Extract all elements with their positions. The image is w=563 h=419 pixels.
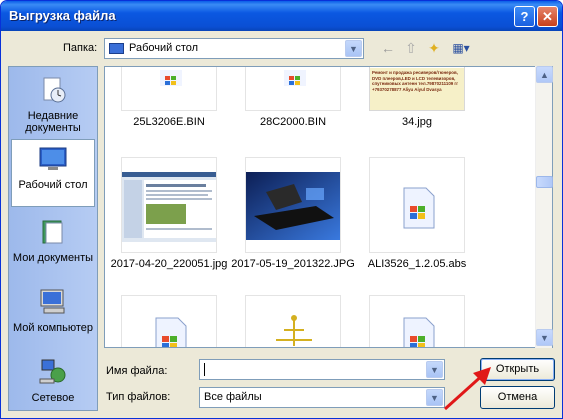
- file-list[interactable]: 25L3206E.BIN 28C2000.BIN Ремонт и продаж…: [104, 66, 553, 348]
- scroll-thumb[interactable]: [536, 176, 553, 188]
- windows-file-icon: [369, 157, 465, 253]
- thumb-caption: спутниковых антенн тел.79870211109 гг: [372, 81, 459, 87]
- close-button[interactable]: ✕: [537, 6, 558, 27]
- file-item[interactable]: 25L3206E.BIN: [105, 67, 233, 128]
- place-label: Сетевое: [31, 392, 75, 404]
- place-desktop[interactable]: Рабочий стол: [11, 139, 95, 207]
- thumb-caption: +79370278877 Aliyu Aiyul Dvasya: [372, 86, 442, 92]
- up-folder-icon[interactable]: ⇧: [402, 39, 420, 57]
- my-computer-icon: [40, 289, 65, 314]
- window-title: Выгрузка файла: [9, 8, 116, 23]
- file-name: ALI3526_1.2.05.abs: [367, 258, 467, 270]
- windows-file-icon: [121, 295, 217, 347]
- place-network[interactable]: Сетевое: [11, 353, 95, 409]
- vertical-scrollbar[interactable]: ▲ ▼: [535, 66, 553, 348]
- file-name: 2017-05-19_201322.JPG: [231, 258, 355, 270]
- file-name: 34.jpg: [402, 116, 432, 128]
- desktop-icon: [39, 147, 67, 170]
- file-item[interactable]: 28C2000.BIN: [229, 67, 357, 128]
- thumb-caption: Ремонт и продажа ресиверов/тюнеров,: [372, 70, 458, 75]
- recent-documents-icon: [43, 77, 66, 103]
- filetype-select[interactable]: Все файлы ▼: [199, 387, 445, 408]
- file-item[interactable]: ALI3526_1.2.05.abs: [353, 157, 481, 270]
- scroll-up-icon[interactable]: ▲: [536, 66, 553, 83]
- place-label: Мой компьютер: [12, 322, 94, 334]
- help-button[interactable]: ?: [514, 6, 535, 27]
- scroll-down-icon[interactable]: ▼: [536, 329, 553, 346]
- folder-label: Папка:: [63, 42, 98, 54]
- photo-thumbnail: [245, 157, 341, 253]
- folder-value: Рабочий стол: [129, 42, 199, 54]
- filename-input[interactable]: ▼: [199, 359, 445, 380]
- file-upload-dialog: Выгрузка файла ? ✕ Папка: Рабочий стол ▼…: [0, 0, 563, 419]
- desktop-icon: [109, 43, 124, 54]
- file-item[interactable]: 2017-05-19_201322.JPG: [229, 157, 357, 270]
- filetype-label: Тип файлов:: [106, 391, 171, 403]
- place-label: Мои документы: [12, 252, 94, 264]
- place-recent[interactable]: Недавние документы: [11, 71, 95, 137]
- views-menu-icon[interactable]: ▦▾: [449, 39, 473, 57]
- title-bar[interactable]: Выгрузка файла ? ✕: [1, 1, 562, 31]
- file-name: 28C2000.BIN: [259, 116, 327, 128]
- new-folder-icon[interactable]: ✦: [425, 39, 443, 57]
- place-label: Рабочий стол: [18, 179, 88, 191]
- red-arrow-icon: [443, 367, 491, 411]
- file-item[interactable]: [105, 295, 233, 347]
- back-icon[interactable]: ←: [379, 39, 397, 57]
- filename-label: Имя файла:: [106, 365, 168, 377]
- my-documents-icon: [42, 220, 63, 244]
- file-item[interactable]: 2017-04-20_220051.jpg: [105, 157, 233, 270]
- windows-file-icon: [369, 295, 465, 347]
- windows-file-icon: [245, 67, 341, 111]
- screenshot-thumbnail: [121, 157, 217, 253]
- file-name: 2017-04-20_220051.jpg: [110, 258, 228, 270]
- place-label: Недавние документы: [25, 110, 81, 134]
- place-my-computer[interactable]: Мой компьютер: [11, 283, 95, 351]
- file-item[interactable]: [229, 295, 357, 347]
- file-item[interactable]: [353, 295, 481, 347]
- place-my-documents[interactable]: Мои документы: [11, 213, 95, 269]
- filetype-value: Все файлы: [204, 391, 262, 403]
- text-cursor: [204, 363, 205, 376]
- image-thumbnail: Ремонт и продажа ресиверов/тюнеров, DVD …: [369, 67, 465, 111]
- chevron-down-icon[interactable]: ▼: [345, 40, 362, 57]
- network-icon: [39, 359, 66, 384]
- places-bar: Недавние документы Рабочий стол Мои доку…: [8, 66, 98, 411]
- tool-file-icon: [245, 295, 341, 347]
- file-item[interactable]: Ремонт и продажа ресиверов/тюнеров, DVD …: [353, 67, 481, 128]
- folder-select[interactable]: Рабочий стол ▼: [104, 38, 364, 59]
- windows-file-icon: [121, 67, 217, 111]
- file-name: 25L3206E.BIN: [133, 116, 205, 128]
